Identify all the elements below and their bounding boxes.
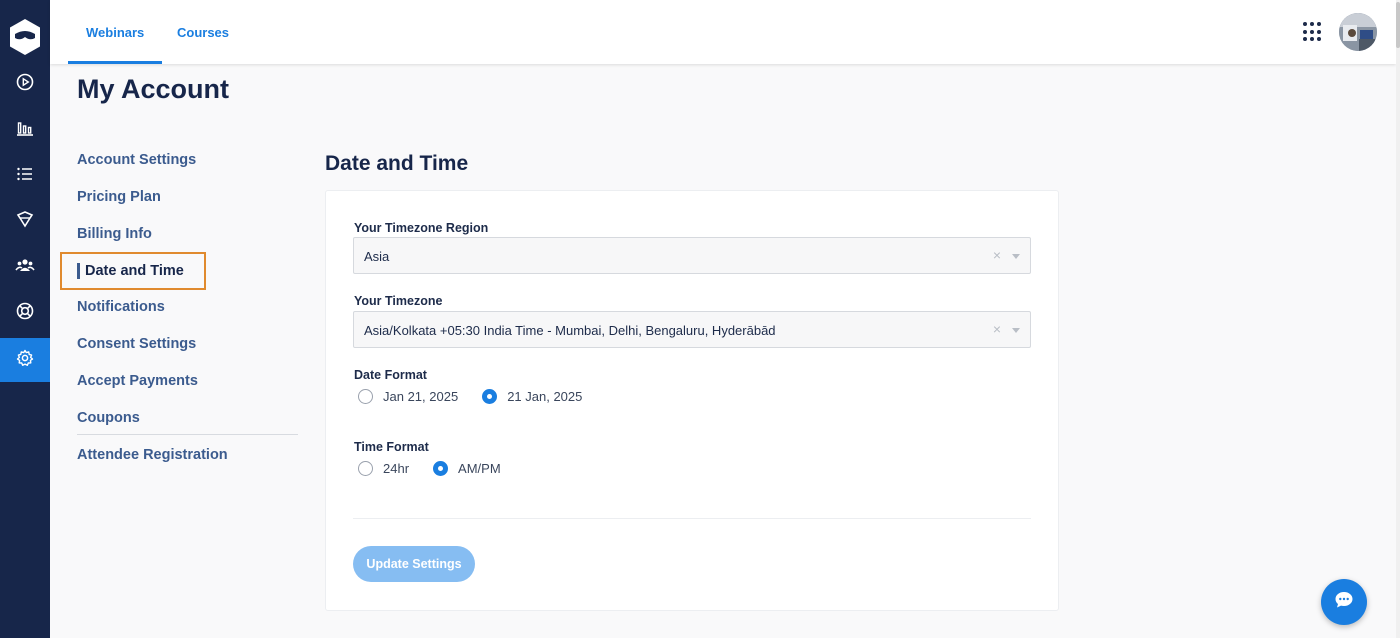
radio-unchecked-icon[interactable] xyxy=(358,461,373,476)
chat-widget-button[interactable] xyxy=(1321,579,1367,625)
list-icon xyxy=(15,164,35,189)
date-format-option-label: Jan 21, 2025 xyxy=(383,389,459,404)
top-bar: Webinars Courses xyxy=(50,0,1396,64)
integrations-icon xyxy=(15,209,35,234)
time-format-label: Time Format xyxy=(354,440,429,454)
side-item-pricing-plan[interactable]: Pricing Plan xyxy=(77,189,161,205)
date-format-radio-group: Jan 21, 2025 21 Jan, 2025 xyxy=(358,389,606,404)
timezone-region-label: Your Timezone Region xyxy=(354,221,489,235)
side-item-attendee-registration[interactable]: Attendee Registration xyxy=(77,447,228,463)
side-item-accept-payments[interactable]: Accept Payments xyxy=(77,373,198,389)
date-format-option-mdy[interactable]: Jan 21, 2025 xyxy=(358,389,458,404)
tab-webinars[interactable]: Webinars xyxy=(68,0,163,64)
timezone-select[interactable]: Asia/Kolkata +05:30 India Time - Mumbai,… xyxy=(353,311,1031,348)
time-format-option-ampm[interactable]: AM/PM xyxy=(433,461,501,476)
tab-webinars-label: Webinars xyxy=(86,24,145,40)
gear-icon xyxy=(15,348,35,373)
side-item-billing-info[interactable]: Billing Info xyxy=(77,226,152,242)
users-icon xyxy=(15,255,35,280)
timezone-region-value: Asia xyxy=(364,249,390,264)
card-divider xyxy=(353,518,1031,519)
page-scrollbar[interactable] xyxy=(1396,0,1400,638)
time-format-option-label: AM/PM xyxy=(458,461,501,476)
radio-checked-icon[interactable] xyxy=(482,389,498,404)
side-item-coupons[interactable]: Coupons xyxy=(77,410,140,426)
chat-bubble-icon xyxy=(1332,588,1356,617)
page-title: My Account xyxy=(77,74,230,104)
side-item-account-settings[interactable]: Account Settings xyxy=(77,152,196,168)
date-format-label: Date Format xyxy=(354,368,427,382)
rail-support-button[interactable] xyxy=(0,291,50,335)
timezone-region-select[interactable]: Asia × xyxy=(353,237,1031,274)
radio-checked-icon[interactable] xyxy=(433,461,449,476)
time-format-option-label: 24hr xyxy=(383,461,410,476)
date-format-option-label: 21 Jan, 2025 xyxy=(507,389,583,404)
clear-icon[interactable]: × xyxy=(993,247,1001,263)
side-item-date-and-time-label: Date and Time xyxy=(85,263,184,279)
chevron-down-icon[interactable] xyxy=(1012,328,1020,333)
rail-integrations-button[interactable] xyxy=(0,199,50,243)
rail-analytics-button[interactable] xyxy=(0,108,50,152)
bar-chart-icon xyxy=(15,118,35,143)
rail-webinars-button[interactable] xyxy=(0,62,50,106)
apps-grid-icon[interactable] xyxy=(1303,22,1323,42)
timezone-value: Asia/Kolkata +05:30 India Time - Mumbai,… xyxy=(364,323,776,338)
left-nav-rail xyxy=(0,0,50,638)
time-format-option-24hr[interactable]: 24hr xyxy=(358,461,409,476)
lifebuoy-icon xyxy=(15,301,35,326)
side-item-notifications[interactable]: Notifications xyxy=(77,299,165,315)
avatar[interactable] xyxy=(1339,13,1377,51)
date-format-option-dmy[interactable]: 21 Jan, 2025 xyxy=(482,389,582,404)
clear-icon[interactable]: × xyxy=(993,321,1001,337)
time-format-radio-group: 24hr AM/PM xyxy=(358,461,525,476)
tab-courses[interactable]: Courses xyxy=(177,0,229,64)
rail-audience-button[interactable] xyxy=(0,245,50,289)
breadcrumb xyxy=(77,58,187,66)
app-logo-icon[interactable] xyxy=(7,17,43,57)
rail-settings-button[interactable] xyxy=(0,338,50,382)
rail-list-button[interactable] xyxy=(0,154,50,198)
section-title: Date and Time xyxy=(325,152,469,175)
play-circle-icon xyxy=(15,72,35,97)
chevron-down-icon[interactable] xyxy=(1012,254,1020,259)
date-time-settings-card: Your Timezone Region Asia × Your Timezon… xyxy=(325,190,1059,611)
tab-courses-label: Courses xyxy=(177,24,230,40)
side-item-consent-settings[interactable]: Consent Settings xyxy=(77,336,196,352)
side-menu-divider xyxy=(77,434,298,435)
update-settings-button[interactable]: Update Settings xyxy=(353,546,475,582)
radio-unchecked-icon[interactable] xyxy=(358,389,373,404)
timezone-label: Your Timezone xyxy=(354,294,443,308)
side-item-date-and-time[interactable]: Date and Time xyxy=(60,252,206,290)
